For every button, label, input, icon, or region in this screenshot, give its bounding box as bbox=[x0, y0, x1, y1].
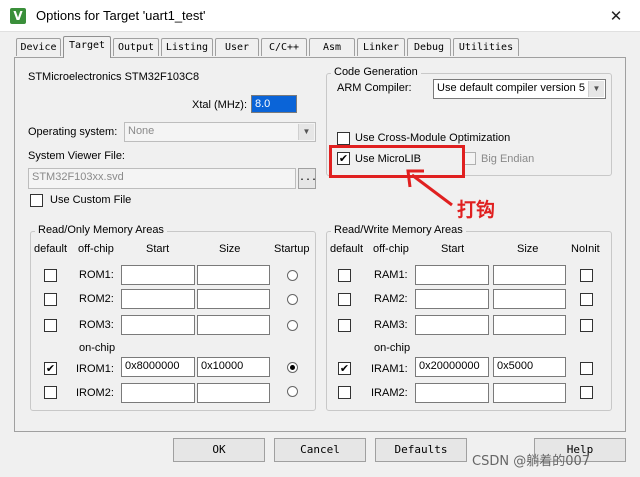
rom-header-default: default bbox=[34, 243, 68, 255]
ram-onchip-label: on-chip bbox=[374, 342, 411, 354]
rom3-size-input[interactable] bbox=[197, 315, 270, 335]
irom1-startup-radio[interactable] bbox=[287, 362, 298, 373]
system-viewer-file-label: System Viewer File: bbox=[28, 150, 125, 162]
ram3-label: RAM3: bbox=[374, 319, 408, 331]
operating-system-label: Operating system: bbox=[28, 126, 118, 138]
ram1-start-input[interactable] bbox=[415, 265, 489, 285]
ram1-size-input[interactable] bbox=[493, 265, 566, 285]
ram2-default-checkbox[interactable] bbox=[338, 293, 351, 306]
iram2-noinit-checkbox[interactable] bbox=[580, 386, 593, 399]
browse-button[interactable]: ... bbox=[298, 168, 317, 189]
ram1-label: RAM1: bbox=[374, 269, 408, 281]
ram-header-size: Size bbox=[517, 243, 539, 255]
rom-header-offchip: off-chip bbox=[78, 243, 114, 255]
defaults-button[interactable]: Defaults bbox=[375, 438, 467, 462]
rom2-size-input[interactable] bbox=[197, 289, 270, 309]
chevron-down-icon: ▼ bbox=[298, 124, 314, 140]
iram2-default-checkbox[interactable] bbox=[338, 386, 351, 399]
irom1-default-checkbox[interactable]: ✔ bbox=[44, 362, 57, 375]
csdn-watermark: CSDN @躺着的007 bbox=[472, 454, 591, 469]
ram3-start-input[interactable] bbox=[415, 315, 489, 335]
arm-compiler-select[interactable]: Use default compiler version 5 ▼ bbox=[433, 79, 606, 99]
ram3-noinit-checkbox[interactable] bbox=[580, 319, 593, 332]
rom1-default-checkbox[interactable] bbox=[44, 269, 57, 282]
rom2-label: ROM2: bbox=[79, 293, 114, 305]
iram1-noinit-checkbox[interactable] bbox=[580, 362, 593, 375]
use-custom-file-label: Use Custom File bbox=[50, 194, 132, 206]
big-endian-label: Big Endian bbox=[481, 153, 535, 165]
rom3-label: ROM3: bbox=[79, 319, 114, 331]
irom2-label: IROM2: bbox=[76, 387, 114, 399]
irom2-size-input[interactable] bbox=[197, 383, 270, 403]
rom1-startup-radio[interactable] bbox=[287, 270, 298, 281]
system-viewer-file-input[interactable]: STM32F103xx.svd bbox=[28, 168, 296, 189]
iram2-start-input[interactable] bbox=[415, 383, 489, 403]
rom-header-start: Start bbox=[146, 243, 170, 255]
read-write-memory-title: Read/Write Memory Areas bbox=[331, 224, 466, 236]
ram1-noinit-checkbox[interactable] bbox=[580, 269, 593, 282]
ram3-default-checkbox[interactable] bbox=[338, 319, 351, 332]
irom1-size-input[interactable]: 0x10000 bbox=[197, 357, 270, 377]
ram3-size-input[interactable] bbox=[493, 315, 566, 335]
arm-compiler-value: Use default compiler version 5 bbox=[437, 82, 585, 94]
code-generation-title: Code Generation bbox=[331, 66, 421, 78]
operating-system-value: None bbox=[128, 125, 155, 137]
rom1-size-input[interactable] bbox=[197, 265, 270, 285]
ram-header-default: default bbox=[330, 243, 364, 255]
ram2-size-input[interactable] bbox=[493, 289, 566, 309]
xtal-label: Xtal (MHz): bbox=[192, 99, 247, 111]
iram1-start-input[interactable]: 0x20000000 bbox=[415, 357, 489, 377]
irom1-start-input[interactable]: 0x8000000 bbox=[121, 357, 195, 377]
ram1-default-checkbox[interactable] bbox=[338, 269, 351, 282]
annotation-arrow-icon bbox=[406, 169, 453, 207]
ram-header-noinit: NoInit bbox=[571, 243, 600, 255]
ram2-noinit-checkbox[interactable] bbox=[580, 293, 593, 306]
ram-header-start: Start bbox=[441, 243, 465, 255]
iram1-label: IRAM1: bbox=[371, 363, 408, 375]
rom2-default-checkbox[interactable] bbox=[44, 293, 57, 306]
chevron-down-icon: ▼ bbox=[588, 81, 604, 97]
ram-header-offchip: off-chip bbox=[373, 243, 409, 255]
iram2-label: IRAM2: bbox=[371, 387, 408, 399]
rom3-start-input[interactable] bbox=[121, 315, 195, 335]
read-only-memory-title: Read/Only Memory Areas bbox=[35, 224, 167, 236]
ram2-start-input[interactable] bbox=[415, 289, 489, 309]
irom2-startup-radio[interactable] bbox=[287, 386, 298, 397]
operating-system-select[interactable]: None ▼ bbox=[124, 122, 316, 142]
arm-compiler-label: ARM Compiler: bbox=[337, 82, 412, 94]
device-name: STMicroelectronics STM32F103C8 bbox=[28, 71, 200, 83]
irom2-default-checkbox[interactable] bbox=[44, 386, 57, 399]
use-custom-file-checkbox[interactable] bbox=[30, 194, 43, 207]
iram2-size-input[interactable] bbox=[493, 383, 566, 403]
ram2-label: RAM2: bbox=[374, 293, 408, 305]
rom-onchip-label: on-chip bbox=[79, 342, 116, 354]
cross-module-optimization-checkbox[interactable] bbox=[337, 132, 350, 145]
rom1-start-input[interactable] bbox=[121, 265, 195, 285]
irom2-start-input[interactable] bbox=[121, 383, 195, 403]
rom1-label: ROM1: bbox=[79, 269, 114, 281]
rom3-default-checkbox[interactable] bbox=[44, 319, 57, 332]
ok-button[interactable]: OK bbox=[173, 438, 265, 462]
xtal-input[interactable]: 8.0 bbox=[251, 95, 297, 113]
cross-module-optimization-label: Use Cross-Module Optimization bbox=[355, 132, 511, 144]
annotation-text: 打钩 bbox=[457, 199, 496, 221]
iram1-size-input[interactable]: 0x5000 bbox=[493, 357, 566, 377]
cancel-button[interactable]: Cancel bbox=[274, 438, 366, 462]
rom3-startup-radio[interactable] bbox=[287, 320, 298, 331]
rom2-start-input[interactable] bbox=[121, 289, 195, 309]
irom1-label: IROM1: bbox=[76, 363, 114, 375]
rom2-startup-radio[interactable] bbox=[287, 294, 298, 305]
rom-header-startup: Startup bbox=[274, 243, 310, 255]
rom-header-size: Size bbox=[219, 243, 241, 255]
iram1-default-checkbox[interactable]: ✔ bbox=[338, 362, 351, 375]
